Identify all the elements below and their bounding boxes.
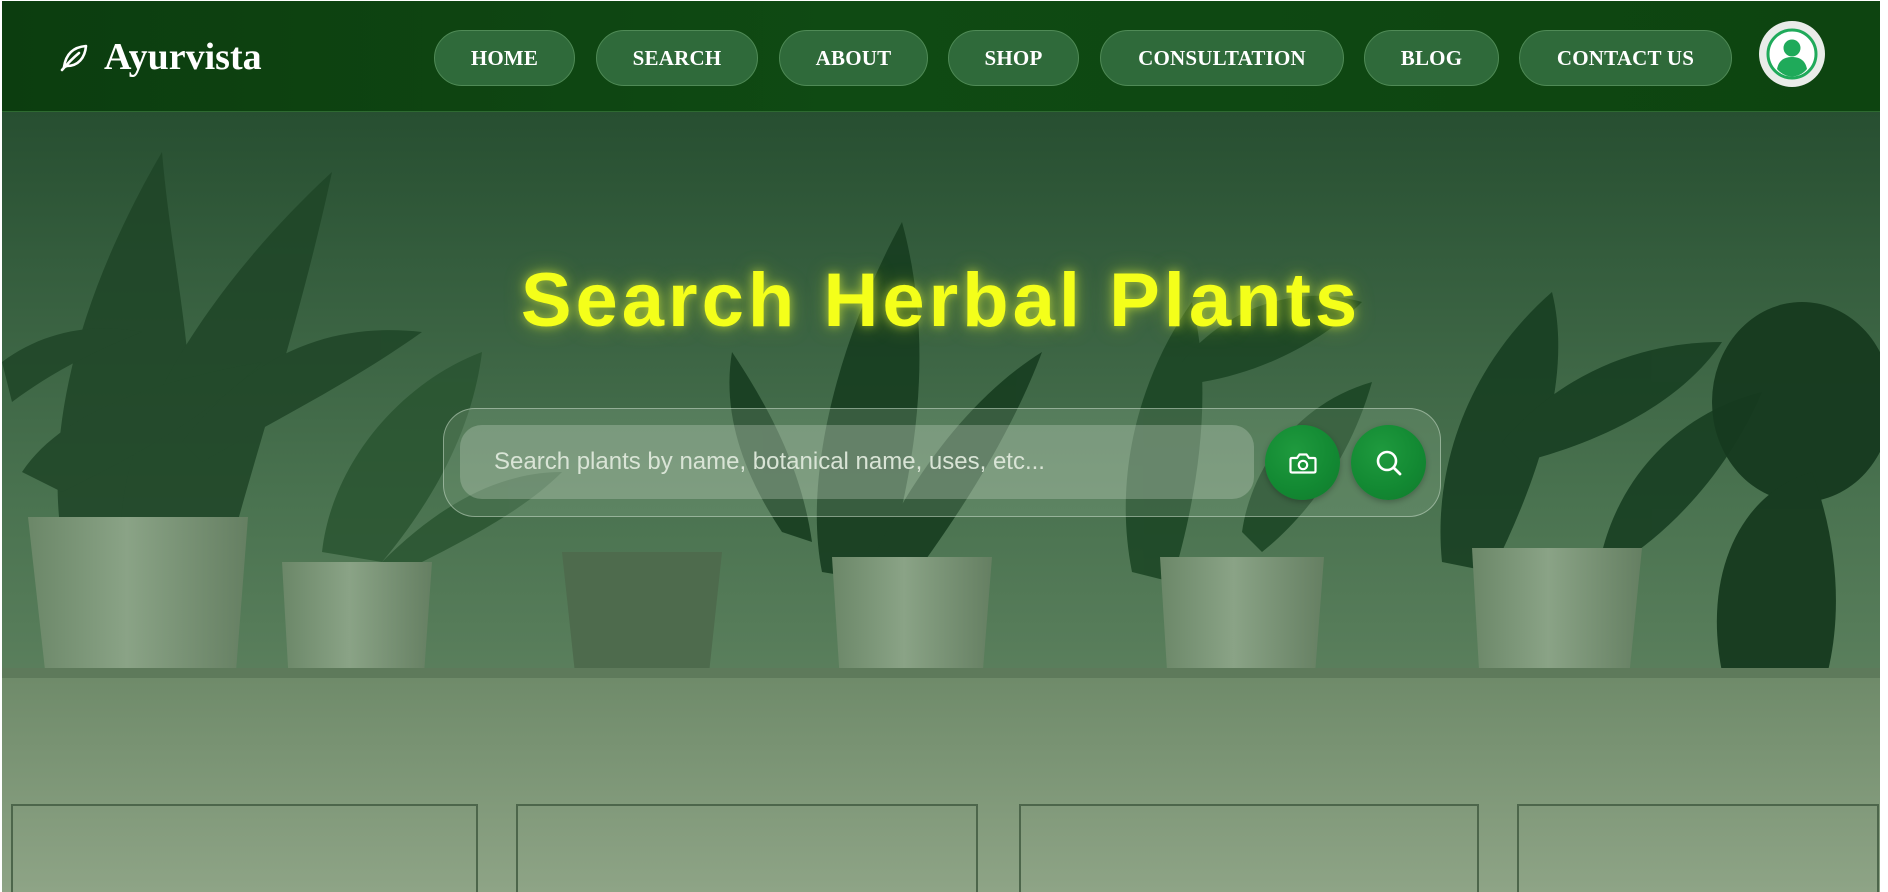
brand-name: Ayurvista bbox=[104, 36, 262, 78]
nav-consultation-button[interactable]: CONSULTATION bbox=[1100, 30, 1344, 86]
plant-search-input[interactable] bbox=[460, 425, 1254, 499]
hero-title: Search Herbal Plants bbox=[520, 258, 1362, 343]
search-submit-button[interactable] bbox=[1351, 425, 1426, 500]
brand-logo-link[interactable]: Ayurvista bbox=[58, 35, 262, 79]
nav-shop-button[interactable]: SHOP bbox=[948, 30, 1079, 86]
nav-about-button[interactable]: ABOUT bbox=[779, 30, 928, 86]
nav-search-button[interactable]: SEARCH bbox=[596, 30, 758, 86]
leaf-icon bbox=[58, 41, 90, 73]
page: Ayurvista HOME SEARCH ABOUT SHOP CONSULT… bbox=[0, 0, 1888, 892]
nav-home-button[interactable]: HOME bbox=[434, 30, 575, 86]
user-icon bbox=[1766, 28, 1818, 80]
navbar: Ayurvista HOME SEARCH ABOUT SHOP CONSULT… bbox=[2, 1, 1880, 112]
camera-icon bbox=[1287, 447, 1319, 479]
nav-blog-button[interactable]: BLOG bbox=[1364, 30, 1499, 86]
hero-section: Search Herbal Plants bbox=[2, 112, 1880, 892]
search-icon bbox=[1373, 447, 1405, 479]
profile-avatar-button[interactable] bbox=[1759, 21, 1825, 87]
search-panel bbox=[443, 408, 1441, 517]
image-search-button[interactable] bbox=[1265, 425, 1340, 500]
nav-contact-button[interactable]: CONTACT US bbox=[1519, 30, 1732, 86]
